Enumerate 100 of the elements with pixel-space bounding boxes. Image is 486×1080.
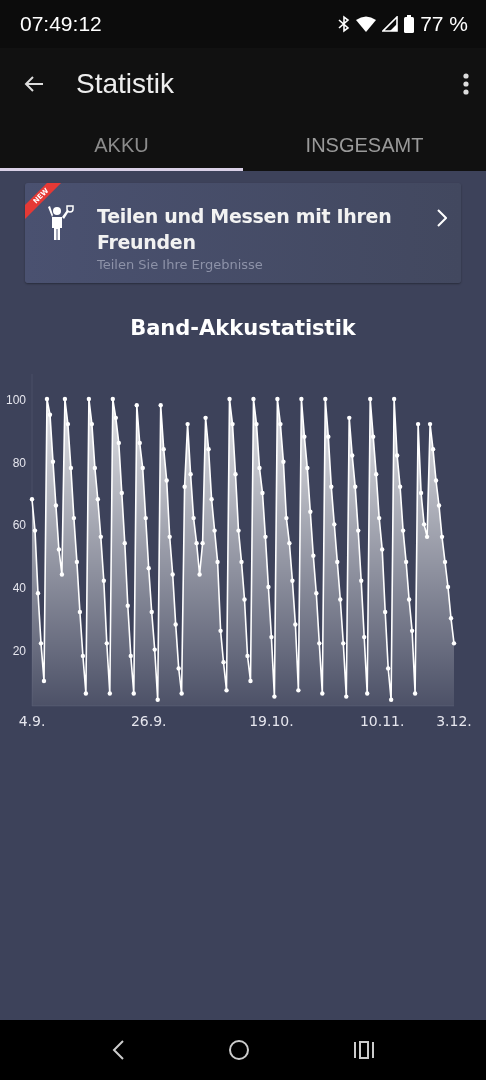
data-point bbox=[134, 403, 139, 408]
data-point bbox=[350, 453, 355, 458]
data-point bbox=[182, 484, 187, 489]
nav-recents-button[interactable] bbox=[352, 1040, 375, 1060]
nav-back-button[interactable] bbox=[111, 1039, 126, 1061]
data-point bbox=[95, 497, 101, 502]
data-point bbox=[305, 465, 310, 471]
y-tick-label: 20 bbox=[12, 643, 26, 658]
x-tick-label: 19.10. bbox=[249, 713, 294, 729]
data-point bbox=[317, 641, 322, 646]
data-point bbox=[53, 503, 59, 508]
data-point bbox=[131, 691, 136, 696]
data-point bbox=[260, 490, 265, 496]
data-point bbox=[281, 459, 286, 464]
data-point bbox=[32, 528, 38, 533]
data-point bbox=[59, 572, 65, 577]
data-point bbox=[65, 421, 71, 427]
data-point bbox=[335, 559, 340, 565]
data-point bbox=[314, 591, 319, 596]
data-point bbox=[239, 559, 244, 565]
data-point bbox=[47, 412, 53, 417]
data-point bbox=[218, 628, 223, 634]
data-point bbox=[176, 666, 181, 671]
data-point bbox=[89, 421, 95, 427]
data-point bbox=[254, 421, 259, 427]
data-point bbox=[242, 597, 247, 602]
data-point bbox=[110, 396, 115, 402]
data-point bbox=[38, 641, 44, 646]
data-point bbox=[152, 647, 157, 652]
tab[interactable]: INSGESAMT bbox=[243, 120, 486, 171]
data-point bbox=[86, 396, 92, 402]
person-trophy-icon bbox=[47, 203, 77, 241]
data-point bbox=[382, 609, 388, 615]
data-point bbox=[287, 540, 292, 546]
data-point bbox=[284, 515, 289, 521]
x-tick-label: 3.12. bbox=[436, 713, 472, 729]
data-point bbox=[179, 691, 184, 696]
data-point bbox=[161, 446, 166, 452]
data-point bbox=[185, 421, 190, 427]
data-point bbox=[116, 440, 121, 446]
data-point bbox=[427, 421, 433, 427]
data-point bbox=[445, 584, 451, 590]
data-point bbox=[323, 396, 328, 402]
data-point bbox=[140, 465, 145, 471]
data-point bbox=[104, 641, 109, 646]
bluetooth-icon bbox=[338, 15, 351, 33]
data-point bbox=[433, 478, 439, 483]
data-point bbox=[311, 553, 316, 558]
data-point bbox=[448, 616, 454, 621]
data-point bbox=[394, 453, 400, 458]
data-point bbox=[236, 528, 241, 533]
data-point bbox=[269, 634, 274, 640]
data-point bbox=[442, 559, 448, 565]
y-tick-label: 80 bbox=[12, 455, 26, 470]
data-point bbox=[415, 421, 421, 427]
data-point bbox=[158, 403, 163, 408]
data-point bbox=[98, 534, 104, 540]
data-point bbox=[371, 434, 376, 439]
nav-home-button[interactable] bbox=[228, 1039, 250, 1061]
data-point bbox=[403, 559, 409, 565]
data-point bbox=[92, 465, 98, 471]
data-point bbox=[424, 534, 430, 540]
data-point bbox=[308, 509, 313, 514]
data-point bbox=[119, 490, 124, 496]
tab[interactable]: AKKU bbox=[0, 120, 243, 171]
banner-subtitle: Teilen Sie Ihre Ergebnisse bbox=[97, 257, 264, 272]
data-point bbox=[362, 634, 367, 640]
data-point bbox=[266, 584, 271, 590]
battery-icon bbox=[404, 15, 415, 33]
data-point bbox=[353, 484, 358, 489]
data-point bbox=[50, 459, 56, 464]
data-point bbox=[377, 515, 382, 521]
data-point bbox=[347, 415, 352, 421]
battery-percent: 77 % bbox=[420, 12, 468, 36]
data-point bbox=[215, 559, 220, 565]
data-point bbox=[203, 415, 208, 421]
data-point bbox=[421, 522, 427, 527]
data-point bbox=[212, 528, 217, 533]
data-point bbox=[293, 622, 298, 627]
chart-title: Band-Akkustatistik bbox=[130, 316, 356, 340]
data-point bbox=[430, 446, 436, 452]
data-point bbox=[251, 396, 256, 402]
data-point bbox=[332, 522, 337, 527]
x-tick-label: 4.9. bbox=[18, 713, 46, 729]
banner-title: Teilen und Messen mit Ihren Freunden bbox=[97, 204, 393, 255]
data-point bbox=[146, 566, 151, 571]
data-point bbox=[113, 415, 118, 421]
data-point bbox=[62, 396, 68, 402]
x-tick-label: 10.11. bbox=[359, 713, 405, 729]
data-point bbox=[209, 497, 214, 502]
data-point bbox=[326, 434, 331, 439]
data-point bbox=[391, 396, 397, 402]
more-options-button[interactable] bbox=[462, 72, 470, 96]
data-point bbox=[451, 641, 457, 646]
data-point bbox=[365, 691, 370, 696]
data-point bbox=[248, 678, 253, 684]
data-point bbox=[149, 609, 154, 615]
chevron-right-icon bbox=[437, 209, 447, 227]
wifi-icon bbox=[356, 16, 377, 32]
screen-title: Statistik bbox=[76, 68, 176, 100]
